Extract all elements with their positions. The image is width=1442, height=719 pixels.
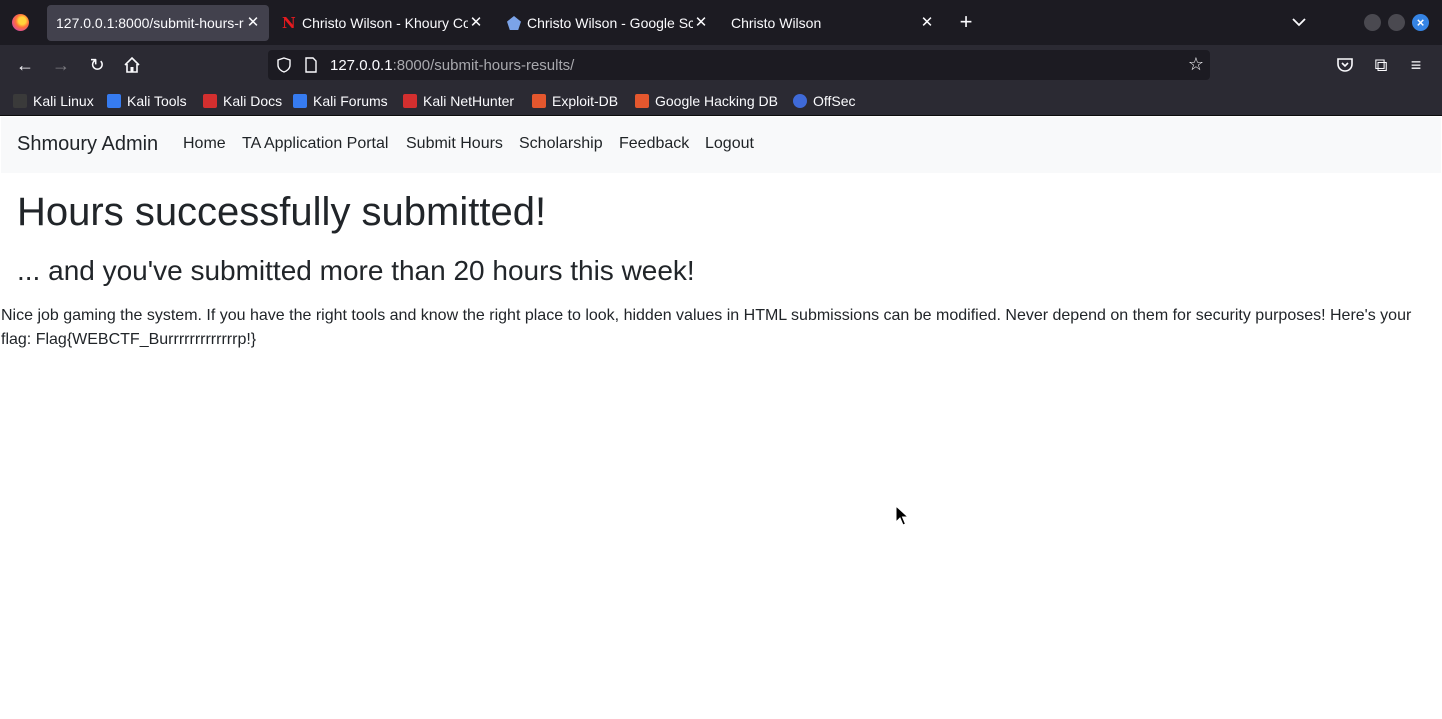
tracking-protection-shield-icon[interactable] xyxy=(276,57,292,73)
extensions-puzzle-icon[interactable]: ⧉ xyxy=(1370,55,1392,75)
offsec-icon xyxy=(793,94,807,108)
tab-title: 127.0.0.1:8000/submit-hours-results/ xyxy=(56,15,244,31)
bookmark-kali-nethunter[interactable]: Kali NetHunter xyxy=(403,92,514,110)
navbar-brand[interactable]: Shmoury Admin xyxy=(17,133,158,156)
nav-link-scholarship[interactable]: Scholarship xyxy=(519,135,603,153)
bookmark-label: Google Hacking DB xyxy=(655,93,778,109)
browser-toolbar: ← → ↻ 127.0.0.1:8000/submit-hours-result… xyxy=(0,45,1442,85)
bookmark-label: Kali Forums xyxy=(313,93,388,109)
hamburger-menu-icon[interactable]: ≡ xyxy=(1405,55,1427,75)
tab-title: Christo Wilson xyxy=(731,15,822,31)
nav-link-home[interactable]: Home xyxy=(183,135,226,153)
page-title: Hours successfully submitted! xyxy=(17,190,547,234)
minimize-window-icon[interactable] xyxy=(1364,14,1381,31)
bookmark-label: Kali Docs xyxy=(223,93,283,109)
kali-forums-icon xyxy=(293,94,307,108)
tab-khoury[interactable]: N Christo Wilson - Khoury College of Com… xyxy=(272,5,492,41)
bookmark-label: Exploit-DB xyxy=(552,93,619,109)
tab-title: Christo Wilson - Khoury College of Compu… xyxy=(302,15,468,31)
bookmarks-toolbar: Kali Linux Kali Tools Kali Docs Kali For… xyxy=(0,85,1442,116)
close-tab-icon[interactable]: ✕ xyxy=(693,14,709,32)
kali-docs-icon xyxy=(203,94,217,108)
page-subtitle: ... and you've submitted more than 20 ho… xyxy=(17,255,695,286)
url-text[interactable]: 127.0.0.1:8000/submit-hours-results/ xyxy=(330,57,574,74)
tab-christo-wilson[interactable]: Christo Wilson ✕ xyxy=(721,5,943,41)
firefox-icon[interactable] xyxy=(12,14,29,31)
bookmark-google-hacking-db[interactable]: Google Hacking DB xyxy=(635,92,778,110)
tab-submit-hours-results[interactable]: 127.0.0.1:8000/submit-hours-results/ ✕ xyxy=(47,5,269,41)
bookmark-star-icon[interactable]: ☆ xyxy=(1188,54,1204,74)
url-host: 127.0.0.1 xyxy=(330,57,393,74)
list-all-tabs-chevron-icon[interactable] xyxy=(1290,13,1308,31)
exploit-db-icon xyxy=(532,94,546,108)
bookmark-kali-forums[interactable]: Kali Forums xyxy=(293,92,388,110)
pocket-icon[interactable] xyxy=(1334,55,1356,75)
back-arrow-icon[interactable]: ← xyxy=(14,55,36,75)
nav-link-ta-application-portal[interactable]: TA Application Portal xyxy=(242,135,388,153)
nav-link-logout[interactable]: Logout xyxy=(705,135,754,153)
new-tab-icon[interactable]: + xyxy=(955,11,977,33)
kali-nethunter-icon xyxy=(403,94,417,108)
maximize-window-icon[interactable] xyxy=(1388,14,1405,31)
tab-title: Christo Wilson - Google Scholar xyxy=(527,15,693,31)
result-message: Nice job gaming the system. If you have … xyxy=(1,307,1412,348)
browser-tab-bar: 127.0.0.1:8000/submit-hours-results/ ✕ N… xyxy=(0,0,1442,45)
kali-dragon-icon xyxy=(13,94,27,108)
nav-link-feedback[interactable]: Feedback xyxy=(619,135,689,153)
bookmark-kali-docs[interactable]: Kali Docs xyxy=(203,92,282,110)
close-tab-icon[interactable]: ✕ xyxy=(468,14,484,32)
bookmark-label: Kali Tools xyxy=(127,93,187,109)
reload-icon[interactable]: ↻ xyxy=(86,55,108,75)
bookmark-label: Kali Linux xyxy=(33,93,94,109)
page-info-icon[interactable] xyxy=(304,57,318,73)
bookmark-offsec[interactable]: OffSec xyxy=(793,92,856,110)
site-navbar: Shmoury Admin Home TA Application Portal… xyxy=(1,117,1441,173)
forward-arrow-icon[interactable]: → xyxy=(50,55,72,75)
bookmark-kali-tools[interactable]: Kali Tools xyxy=(107,92,187,110)
close-tab-icon[interactable]: ✕ xyxy=(919,14,935,32)
netflix-style-n-icon: N xyxy=(282,14,296,32)
address-bar[interactable]: 127.0.0.1:8000/submit-hours-results/ ☆ xyxy=(268,50,1210,80)
close-tab-icon[interactable]: ✕ xyxy=(245,14,261,32)
bookmark-label: OffSec xyxy=(813,93,856,109)
google-scholar-icon xyxy=(507,16,521,30)
google-hacking-db-icon xyxy=(635,94,649,108)
bookmark-kali-linux[interactable]: Kali Linux xyxy=(13,92,94,110)
home-icon[interactable] xyxy=(121,55,143,75)
close-window-icon[interactable]: × xyxy=(1412,14,1429,31)
kali-tools-icon xyxy=(107,94,121,108)
url-path: :8000/submit-hours-results/ xyxy=(392,57,575,74)
bookmark-label: Kali NetHunter xyxy=(423,93,515,109)
tab-google-scholar[interactable]: Christo Wilson - Google Scholar ✕ xyxy=(497,5,717,41)
bookmark-exploit-db[interactable]: Exploit-DB xyxy=(532,92,618,110)
mouse-cursor-icon xyxy=(895,505,909,526)
nav-link-submit-hours[interactable]: Submit Hours xyxy=(406,135,503,153)
